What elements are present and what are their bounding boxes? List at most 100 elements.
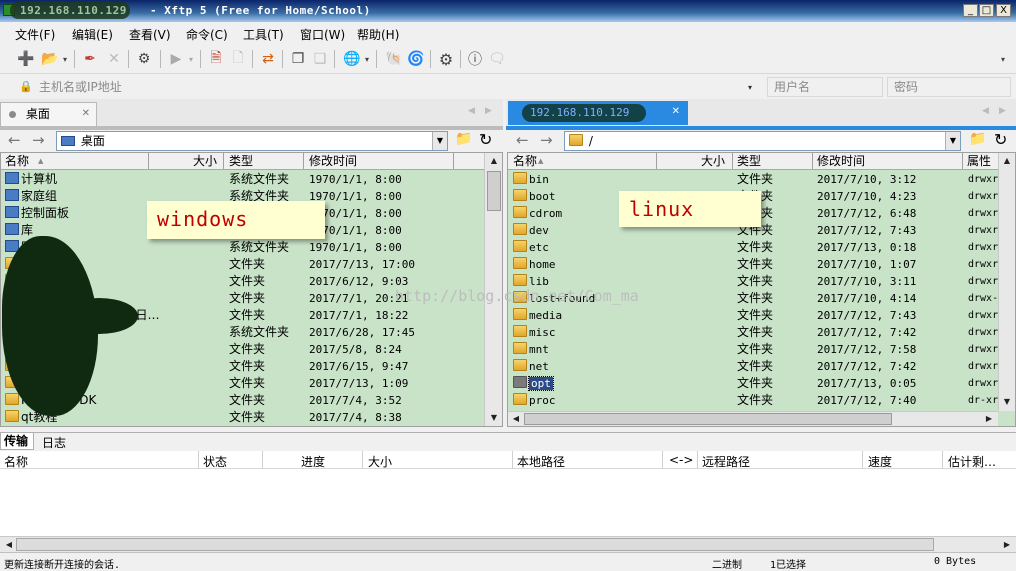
scroll-down-icon[interactable]: ▼ [487, 411, 501, 425]
paste-icon[interactable]: ❑ [310, 50, 330, 68]
right-hscrollbar[interactable]: ◀ ▶ [508, 411, 998, 426]
col-direction[interactable]: <-> [669, 453, 693, 467]
menu-command[interactable]: 命令(C) [186, 26, 228, 43]
table-row[interactable]: dev 文件夹 2017/7/12, 7:43 drwxr [508, 222, 1015, 239]
refresh-icon[interactable]: ↻ [479, 130, 492, 149]
col-name[interactable]: 名称 [4, 453, 28, 470]
back-icon[interactable]: ← [8, 131, 21, 149]
maximize-button[interactable]: □ [979, 4, 994, 17]
globe-icon[interactable]: 🌐 [342, 50, 362, 68]
close-tab-icon[interactable]: ✕ [82, 103, 90, 125]
open-folder-icon[interactable]: 📂 [40, 50, 60, 68]
right-path-combo[interactable]: / ▼ [564, 131, 961, 151]
scroll-left-icon[interactable]: ◀ [509, 412, 523, 426]
scroll-down-icon[interactable]: ▼ [1000, 395, 1014, 409]
gear-icon[interactable]: ⚙ [436, 50, 456, 69]
scroll-thumb[interactable] [16, 538, 934, 551]
path-dropdown-icon[interactable]: ▼ [945, 132, 960, 150]
menu-edit[interactable]: 编辑(E) [72, 26, 113, 43]
col-type[interactable]: 类型 [229, 154, 253, 169]
tab-log[interactable]: 日志 [42, 434, 66, 451]
tab-scroll-left-icon[interactable]: ◀ [468, 106, 475, 116]
col-name[interactable]: 名称 [513, 154, 537, 169]
menu-tools[interactable]: 工具(T) [243, 26, 284, 43]
table-row[interactable]: mnt 文件夹 2017/7/12, 7:58 drwxr [508, 341, 1015, 358]
scroll-thumb[interactable] [524, 413, 892, 425]
sync-icon[interactable]: ⇄ [258, 50, 278, 68]
xmanager-icon[interactable]: 🌀 [406, 50, 426, 68]
folder-open-icon[interactable]: 📁 [455, 131, 472, 147]
scroll-left-icon[interactable]: ◀ [2, 538, 16, 552]
minimize-button[interactable]: _ [963, 4, 978, 17]
col-speed[interactable]: 速度 [868, 453, 892, 470]
table-row[interactable]: net 文件夹 2017/7/12, 7:42 drwxr [508, 358, 1015, 375]
password-input[interactable]: 密码 [887, 77, 1011, 97]
col-status[interactable]: 状态 [203, 453, 227, 470]
tab-scroll-right-icon[interactable]: ▶ [485, 106, 492, 116]
close-button[interactable]: X [996, 4, 1011, 17]
transfer-dropdown-icon[interactable]: ▾ [186, 50, 196, 68]
username-input[interactable]: 用户名 [767, 77, 883, 97]
open-document-icon[interactable]: 🗎 [206, 50, 226, 68]
xshell-icon[interactable]: 🐚 [384, 50, 404, 68]
forward-icon[interactable]: → [540, 131, 553, 149]
menu-view[interactable]: 查看(V) [129, 26, 171, 43]
tab-scroll-left-icon[interactable]: ◀ [982, 106, 989, 116]
disconnect-icon[interactable]: ✕ [104, 50, 124, 68]
left-path-combo[interactable]: 桌面 ▼ [56, 131, 448, 151]
tab-remote[interactable]: 192.168.110.129 ✕ [508, 101, 688, 125]
scroll-right-icon[interactable]: ▶ [1000, 538, 1014, 552]
forward-icon[interactable]: → [32, 131, 45, 149]
menu-help[interactable]: 帮助(H) [357, 26, 399, 43]
chat-icon[interactable]: 🗨 [487, 50, 507, 68]
tab-scroll-right-icon[interactable]: ▶ [999, 106, 1006, 116]
table-row[interactable]: bin 文件夹 2017/7/10, 3:12 drwxr [508, 171, 1015, 188]
table-row[interactable]: boot文件夹2017/7/10, 4:23drwxr [508, 188, 1015, 205]
table-row[interactable]: home 文件夹 2017/7/10, 1:07 drwxr [508, 256, 1015, 273]
scroll-thumb[interactable] [487, 171, 501, 211]
col-progress[interactable]: 进度 [301, 453, 325, 470]
tab-desktop[interactable]: 桌面 ✕ [0, 102, 97, 126]
table-row[interactable]: 计算机 系统文件夹 1970/1/1, 8:00 [1, 171, 502, 188]
host-input[interactable]: 主机名或IP地址 [32, 77, 762, 97]
table-row[interactable]: proc 文件夹 2017/7/12, 7:40 dr-xr [508, 392, 1015, 409]
new-document-icon[interactable]: 🗋 [228, 50, 248, 68]
col-name[interactable]: 名称 [5, 154, 29, 169]
toolbar-overflow-icon[interactable]: ▾ [998, 50, 1008, 68]
tab-transfers[interactable]: 传输 [0, 433, 34, 450]
right-vscrollbar[interactable]: ▲ ▼ [998, 153, 1015, 411]
copy-icon[interactable]: ❐ [288, 50, 308, 68]
transfer-hscrollbar[interactable]: ◀ ▶ [0, 536, 1016, 552]
table-row[interactable]: qt教程 文件夹 2017/7/4, 8:38 [1, 409, 502, 426]
globe-dropdown-icon[interactable]: ▾ [362, 50, 372, 68]
table-row[interactable]: media 文件夹 2017/7/12, 7:43 drwxr [508, 307, 1015, 324]
col-attributes[interactable]: 属性 [967, 154, 991, 169]
col-remote-path[interactable]: 远程路径 [702, 453, 750, 470]
table-row[interactable]: cdrom文件夹2017/7/12, 6:48drwxr [508, 205, 1015, 222]
host-dropdown-icon[interactable]: ▾ [744, 78, 756, 96]
col-eta[interactable]: 估计剩… [948, 453, 996, 470]
scroll-right-icon[interactable]: ▶ [982, 412, 996, 426]
refresh-icon[interactable]: ↻ [994, 130, 1007, 149]
back-icon[interactable]: ← [516, 131, 529, 149]
col-modified[interactable]: 修改时间 [817, 154, 865, 169]
table-row[interactable]: etc 文件夹 2017/7/13, 0:18 drwxr [508, 239, 1015, 256]
table-row[interactable]: 网络系统文件夹1970/1/1, 8:00 [1, 239, 502, 256]
connect-icon[interactable]: ✒ [80, 50, 100, 68]
close-tab-icon[interactable]: ✕ [672, 101, 680, 123]
path-dropdown-icon[interactable]: ▼ [432, 132, 447, 150]
col-size[interactable]: 大小 [193, 154, 217, 169]
col-size[interactable]: 大小 [701, 154, 725, 169]
col-local-path[interactable]: 本地路径 [517, 453, 565, 470]
help-icon[interactable]: ⓘ [465, 50, 485, 68]
col-type[interactable]: 类型 [737, 154, 761, 169]
transfer-list[interactable] [0, 469, 1016, 536]
scroll-up-icon[interactable]: ▲ [487, 154, 501, 168]
folder-open-icon[interactable]: 📁 [969, 131, 986, 147]
table-row[interactable]: misc 文件夹 2017/7/12, 7:42 drwxr [508, 324, 1015, 341]
new-session-icon[interactable]: ➕ [16, 50, 36, 68]
open-dropdown-icon[interactable]: ▾ [60, 50, 70, 68]
menu-window[interactable]: 窗口(W) [300, 26, 345, 43]
menu-file[interactable]: 文件(F) [15, 26, 55, 43]
transfer-icon[interactable]: ▶ [166, 50, 186, 68]
